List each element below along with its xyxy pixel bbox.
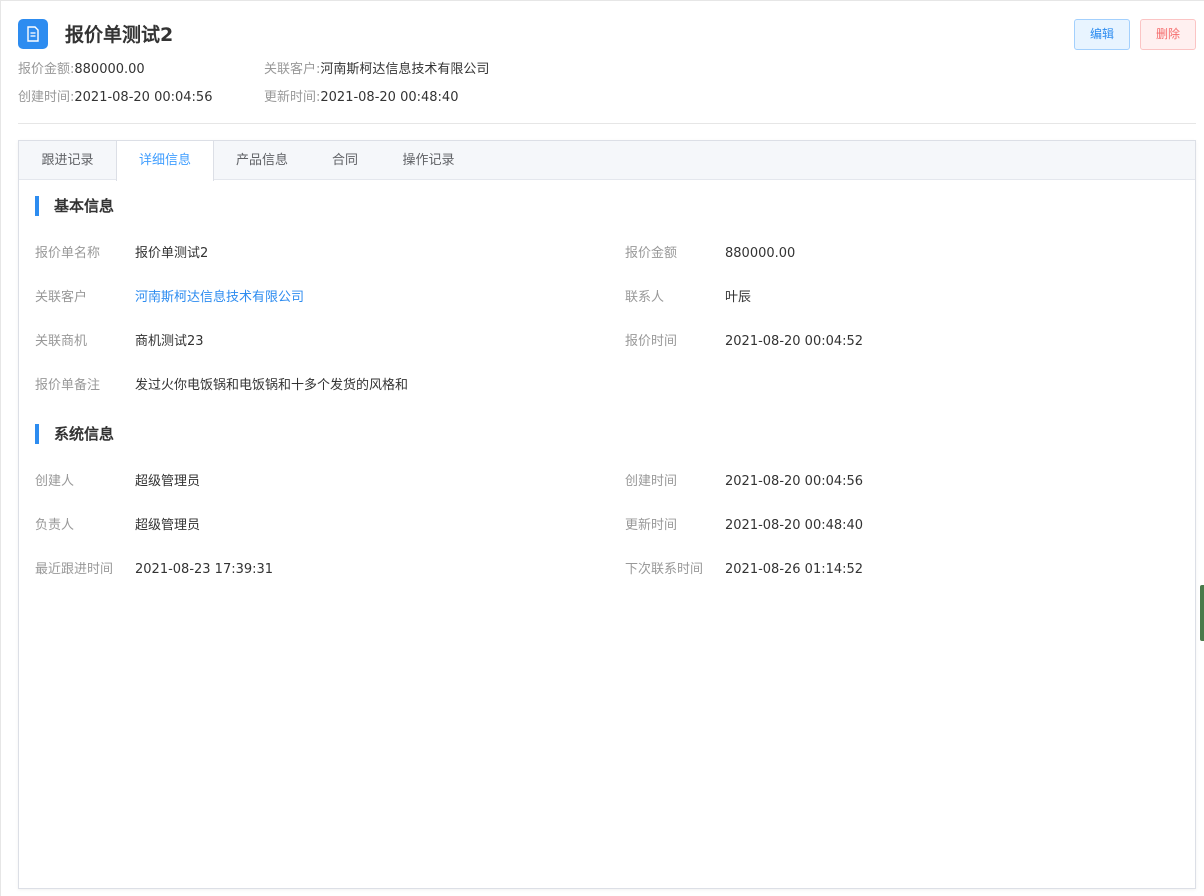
field-label: 更新时间	[625, 518, 678, 533]
basic-info-title: 基本信息	[35, 196, 114, 216]
field-label: 报价时间	[625, 334, 678, 349]
field-value: 2021-08-20 00:48:40	[725, 518, 864, 533]
quotation-detail-page: 报价单测试2 编辑 删除 报价金额:880000.00 关联客户:河南斯柯达信息…	[0, 0, 1204, 896]
field-value: 880000.00	[725, 246, 796, 261]
tab-products[interactable]: 产品信息	[214, 141, 310, 180]
field-value: 超级管理员	[135, 518, 201, 533]
summary-amount-label: 报价金额:	[18, 62, 75, 77]
tab-details[interactable]: 详细信息	[116, 141, 214, 181]
tab-contract[interactable]: 合同	[310, 141, 380, 180]
summary-created-label: 创建时间:	[18, 90, 75, 105]
summary-amount-value: 880000.00	[74, 62, 145, 77]
header-divider	[18, 123, 1196, 124]
field-value: 商机测试23	[135, 334, 204, 349]
field-label: 创建时间	[625, 474, 678, 489]
summary-updated-value: 2021-08-20 00:48:40	[320, 90, 459, 105]
field-value: 超级管理员	[135, 474, 201, 489]
field-label: 报价金额	[625, 246, 678, 261]
field-value: 2021-08-20 00:04:52	[725, 334, 864, 349]
summary-customer-value: 河南斯柯达信息技术有限公司	[320, 62, 490, 77]
field-label: 报价单名称	[35, 246, 101, 261]
customer-link[interactable]: 河南斯柯达信息技术有限公司	[135, 289, 304, 307]
detail-panel: 跟进记录 详细信息 产品信息 合同 操作记录 基本信息 报价单名称 报价单测试2…	[18, 140, 1196, 889]
page-title: 报价单测试2	[65, 24, 174, 46]
field-label: 创建人	[35, 474, 75, 489]
summary-amount: 报价金额:880000.00	[18, 61, 145, 79]
tab-bar: 跟进记录 详细信息 产品信息 合同 操作记录	[19, 141, 1195, 181]
field-label: 关联商机	[35, 334, 88, 349]
field-label: 最近跟进时间	[35, 562, 114, 577]
field-label: 报价单备注	[35, 378, 101, 393]
field-label: 关联客户	[35, 290, 88, 305]
summary-customer: 关联客户:河南斯柯达信息技术有限公司	[264, 61, 489, 79]
side-scroll-handle[interactable]	[1200, 585, 1204, 641]
summary-updated-label: 更新时间:	[264, 90, 321, 105]
field-label: 负责人	[35, 518, 75, 533]
summary-customer-label: 关联客户:	[264, 62, 321, 77]
edit-button[interactable]: 编辑	[1074, 19, 1130, 50]
field-value: 发过火你电饭锅和电饭锅和十多个发货的风格和	[135, 378, 409, 393]
field-value: 报价单测试2	[135, 246, 209, 261]
system-info-title: 系统信息	[35, 424, 114, 444]
tab-follow-up[interactable]: 跟进记录	[19, 141, 116, 180]
delete-button[interactable]: 删除	[1140, 19, 1196, 50]
field-value: 2021-08-26 01:14:52	[725, 562, 864, 577]
document-icon	[18, 19, 48, 49]
field-value: 2021-08-23 17:39:31	[135, 562, 274, 577]
summary-created-value: 2021-08-20 00:04:56	[74, 90, 213, 105]
field-value: 2021-08-20 00:04:56	[725, 474, 864, 489]
summary-updated: 更新时间:2021-08-20 00:48:40	[264, 89, 458, 107]
summary-created: 创建时间:2021-08-20 00:04:56	[18, 89, 212, 107]
field-label: 联系人	[625, 290, 665, 305]
tab-operation-log[interactable]: 操作记录	[380, 141, 477, 180]
field-label: 下次联系时间	[625, 562, 704, 577]
field-value: 叶辰	[725, 290, 752, 305]
